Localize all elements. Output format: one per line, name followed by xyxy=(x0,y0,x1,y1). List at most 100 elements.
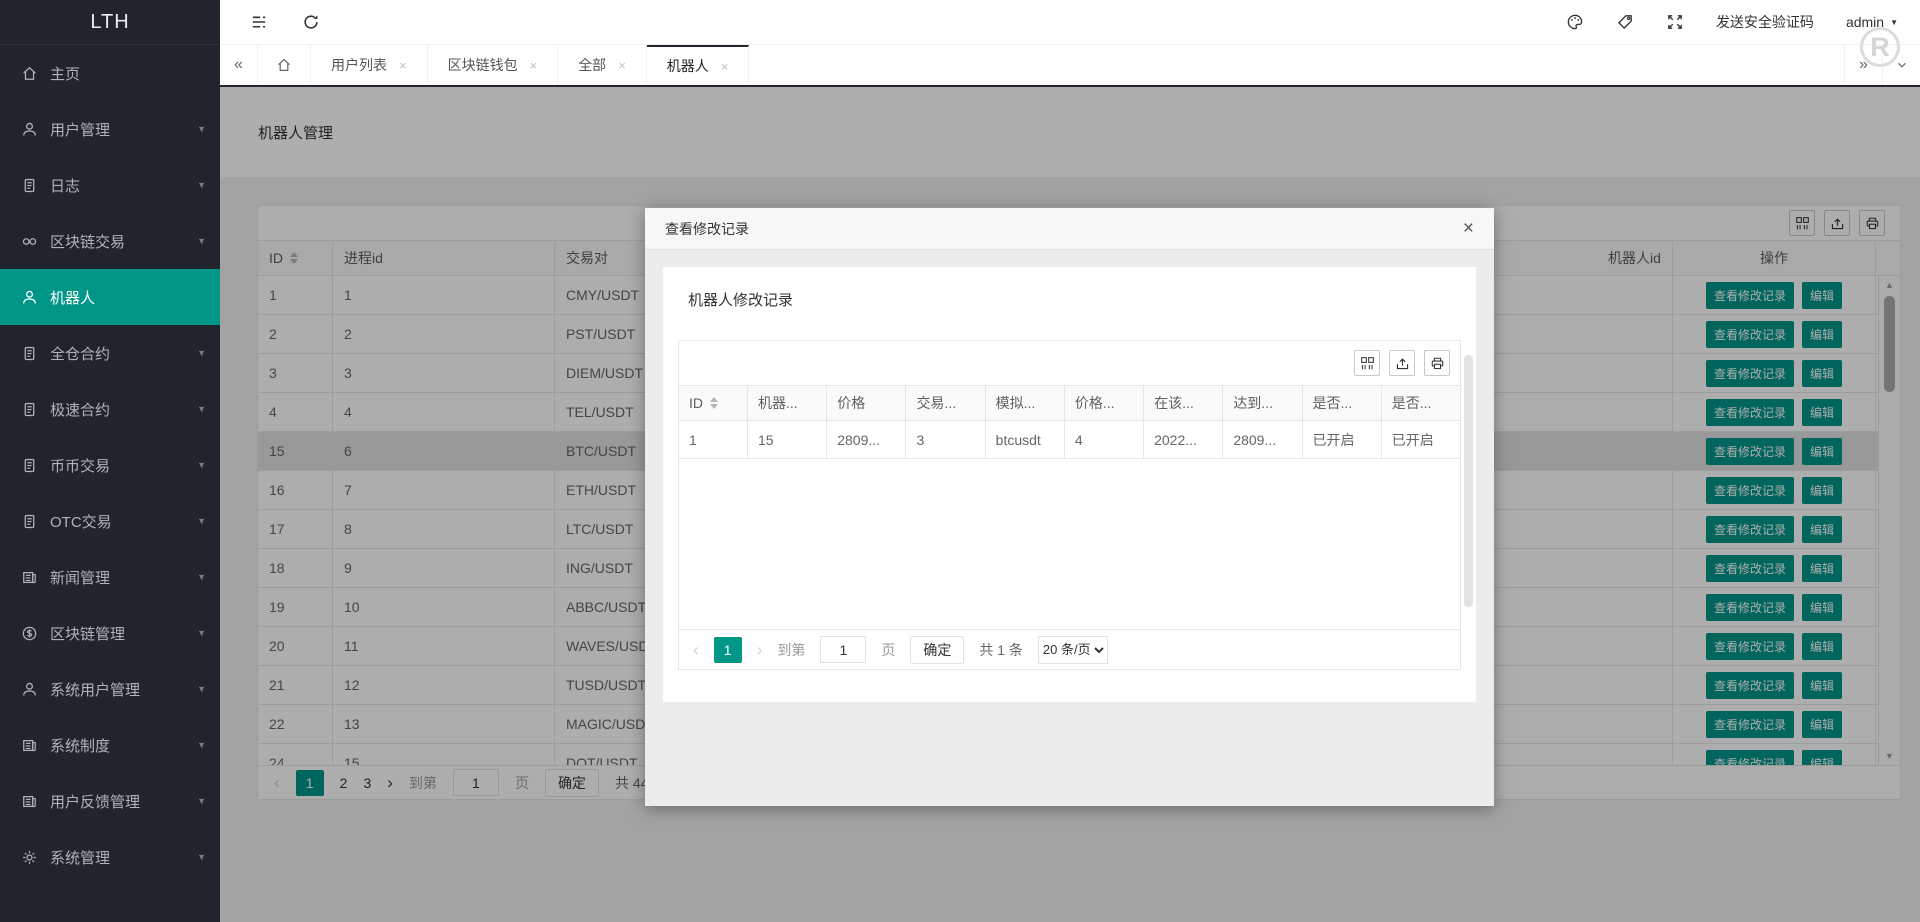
prev-page-button[interactable]: ‹ xyxy=(693,641,699,658)
sidebar-item-system-management[interactable]: 系统管理 ▼ xyxy=(0,829,220,885)
columns-filter-button[interactable] xyxy=(1354,350,1380,376)
content-area: 机器人管理 ID 进程id 交易对 机器人id 操作 1 1 CMY/USDT … xyxy=(220,87,1920,922)
record-table: ID 机器... 价格 交易... 模拟... 价格... 在该... 达到..… xyxy=(678,340,1461,670)
sidebar-item-blockchain-trade[interactable]: 区块链交易 ▼ xyxy=(0,213,220,269)
chevron-down-icon: ▼ xyxy=(197,236,206,246)
news-icon xyxy=(23,795,36,807)
record-table-pagination: ‹ 1 › 到第 页 确定 共 1 条 20 条/页 xyxy=(679,629,1460,669)
record-table-empty-space xyxy=(679,459,1460,629)
sidebar-item-feedback-management[interactable]: 用户反馈管理 ▼ xyxy=(0,773,220,829)
chevron-down-icon: ▼ xyxy=(197,124,206,134)
record-table-toolbar xyxy=(679,341,1460,385)
chevron-down-icon: ▼ xyxy=(197,516,206,526)
record-card: 机器人修改记录 ID 机器... 价格 交易... 模拟... 价格... 在该… xyxy=(663,267,1476,702)
link-icon xyxy=(22,237,37,245)
sidebar-item-robot[interactable]: 机器人 xyxy=(0,269,220,325)
robot-user-icon xyxy=(23,290,36,304)
tabs-scroll-left-button[interactable]: « xyxy=(220,45,258,85)
record-table-row[interactable]: 1 15 2809... 3 btcusdt 4 2022... 2809...… xyxy=(679,421,1460,459)
tab-home[interactable] xyxy=(258,45,311,85)
page-number-current[interactable]: 1 xyxy=(713,636,742,663)
tab-robot[interactable]: 机器人 × xyxy=(646,45,750,85)
document-icon xyxy=(24,178,35,192)
admin-username: admin xyxy=(1845,14,1885,30)
collapse-menu-icon[interactable] xyxy=(250,13,268,31)
close-icon[interactable]: × xyxy=(530,58,538,73)
tabbar: « 用户列表 × 区块链钱包 × 全部 × 机器人 × » xyxy=(220,45,1920,87)
topbar: 发送安全验证码 admin ▼ xyxy=(220,0,1920,45)
tag-icon[interactable] xyxy=(1616,13,1634,31)
document-icon xyxy=(24,402,35,416)
sidebar-item-system-rules[interactable]: 系统制度 ▼ xyxy=(0,717,220,773)
modal-scrollbar-thumb[interactable] xyxy=(1464,355,1473,607)
chevron-down-icon: ▼ xyxy=(197,796,206,806)
record-card-title: 机器人修改记录 xyxy=(688,292,794,309)
theme-palette-icon[interactable] xyxy=(1566,13,1584,31)
user-icon xyxy=(23,682,36,696)
export-button[interactable] xyxy=(1389,350,1415,376)
confirm-page-button[interactable]: 确定 xyxy=(910,635,965,664)
home-icon xyxy=(277,58,291,72)
chevron-down-icon: ▼ xyxy=(197,684,206,694)
sidebar-item-news-management[interactable]: 新闻管理 ▼ xyxy=(0,549,220,605)
record-table-header: ID 机器... 价格 交易... 模拟... 价格... 在该... 达到..… xyxy=(679,385,1460,421)
export-icon xyxy=(1396,358,1408,369)
close-icon[interactable]: × xyxy=(721,59,729,74)
page-unit-label: 页 xyxy=(881,641,896,658)
tabs-scroll-right-button[interactable]: » xyxy=(1844,45,1882,85)
page-size-select[interactable]: 20 条/页 xyxy=(1037,635,1108,664)
chevron-down-icon: ▼ xyxy=(197,404,206,414)
app-logo: LTH xyxy=(0,0,220,45)
print-button[interactable] xyxy=(1424,350,1450,376)
document-icon xyxy=(24,346,35,360)
tab-user-list[interactable]: 用户列表 × xyxy=(311,45,428,85)
total-count: 共 1 条 xyxy=(979,641,1023,658)
sidebar-item-system-users[interactable]: 系统用户管理 ▼ xyxy=(0,661,220,717)
next-page-button[interactable]: › xyxy=(757,641,763,658)
sidebar-item-logs[interactable]: 日志 ▼ xyxy=(0,157,220,213)
close-icon[interactable]: × xyxy=(618,58,626,73)
tab-blockchain-wallet[interactable]: 区块链钱包 × xyxy=(428,45,559,85)
sidebar-item-user-management[interactable]: 用户管理 ▼ xyxy=(0,101,220,157)
sidebar: LTH 主页 用户管理 ▼ 日志 ▼ 区块链交易 ▼ 机器人 全仓合约 ▼ 极速… xyxy=(0,0,220,922)
close-icon[interactable]: × xyxy=(1463,219,1474,238)
tabbar-spacer xyxy=(749,45,1844,85)
view-record-modal: 查看修改记录 × 机器人修改记录 ID 机器... 价格 交易... 模拟...… xyxy=(645,208,1494,806)
chevron-down-icon: ▼ xyxy=(197,572,206,582)
goto-label: 到第 xyxy=(777,641,806,658)
grid-icon xyxy=(1360,356,1374,370)
admin-menu[interactable]: admin ▼ xyxy=(1846,14,1898,30)
user-icon xyxy=(23,122,36,136)
chevron-down-icon: ▼ xyxy=(197,348,206,358)
modal-body: 机器人修改记录 ID 机器... 价格 交易... 模拟... 价格... 在该… xyxy=(645,250,1494,719)
caret-down-icon: ▼ xyxy=(1890,17,1898,27)
sidebar-item-fast-contract[interactable]: 极速合约 ▼ xyxy=(0,381,220,437)
close-icon[interactable]: × xyxy=(399,58,407,73)
goto-page-input[interactable] xyxy=(820,636,867,663)
sort-icon[interactable] xyxy=(710,397,718,409)
chevron-down-icon: ▼ xyxy=(197,852,206,862)
tabs-menu-button[interactable] xyxy=(1882,45,1920,85)
refresh-icon[interactable] xyxy=(302,13,320,31)
news-icon xyxy=(23,571,36,583)
chevron-down-icon xyxy=(1897,62,1906,68)
sidebar-item-blockchain-management[interactable]: 区块链管理 ▼ xyxy=(0,605,220,661)
sidebar-item-coin-trade[interactable]: 币币交易 ▼ xyxy=(0,437,220,493)
chevron-down-icon: ▼ xyxy=(197,180,206,190)
modal-header: 查看修改记录 × xyxy=(645,208,1494,250)
gear-icon xyxy=(22,849,37,865)
dollar-icon xyxy=(22,626,37,640)
chevron-down-icon: ▼ xyxy=(197,628,206,638)
send-security-code-button[interactable]: 发送安全验证码 xyxy=(1716,12,1814,32)
chevron-down-icon: ▼ xyxy=(197,460,206,470)
sidebar-item-full-contract[interactable]: 全仓合约 ▼ xyxy=(0,325,220,381)
print-icon xyxy=(1431,357,1443,369)
tab-all[interactable]: 全部 × xyxy=(558,45,647,85)
sidebar-item-otc-trade[interactable]: OTC交易 ▼ xyxy=(0,493,220,549)
home-icon xyxy=(23,66,36,80)
news-icon xyxy=(23,739,36,751)
modal-title: 查看修改记录 xyxy=(665,220,749,237)
sidebar-item-home[interactable]: 主页 xyxy=(0,45,220,101)
fullscreen-icon[interactable] xyxy=(1666,13,1684,31)
document-icon xyxy=(24,514,35,528)
